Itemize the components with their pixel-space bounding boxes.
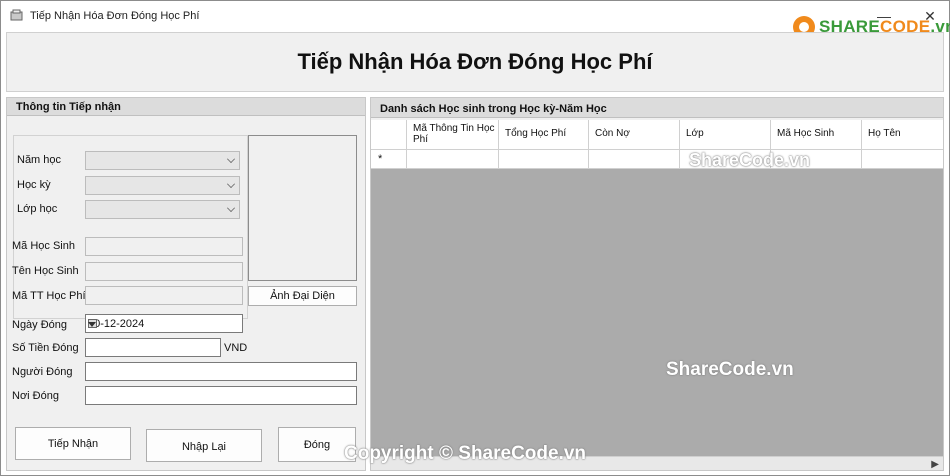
lop-hoc-label: Lớp học [17, 203, 58, 215]
column-header[interactable]: Mã Học Sinh [771, 120, 862, 150]
hoc-ky-select[interactable] [85, 176, 240, 195]
ten-hoc-sinh-label: Tên Học Sinh [12, 265, 79, 277]
receipt-info-panel: Thông tin Tiếp nhận Năm học Học kỳ Lớp h… [6, 97, 366, 471]
ma-tt-hoc-phi-label: Mã TT Học Phí [12, 290, 86, 302]
avatar-button[interactable]: Ảnh Đại Diện [248, 286, 357, 306]
column-header[interactable]: Họ Tên [862, 120, 943, 150]
ma-hoc-sinh-field[interactable] [85, 237, 243, 256]
row-header[interactable]: * [371, 150, 407, 169]
nguoi-dong-label: Người Đóng [12, 366, 73, 378]
watermark-text: ShareCode.vn [666, 359, 794, 380]
scroll-right-icon[interactable]: ▶ [931, 459, 939, 470]
ngay-dong-datepicker[interactable]: 20-12-2024 [85, 314, 243, 333]
nhap-lai-button[interactable]: Nhập Lại [146, 429, 262, 462]
student-grid[interactable]: Mã Thông Tin Học Phí Tổng Học Phí Còn Nợ… [371, 120, 943, 470]
chevron-down-icon [227, 180, 235, 188]
minimize-button[interactable]: — [877, 9, 891, 23]
section-title-bar: Danh sách Học sinh trong Học kỳ-Năm Học [371, 98, 943, 118]
column-header[interactable]: Mã Thông Tin Học Phí [407, 120, 499, 150]
grid-cell[interactable] [862, 150, 943, 169]
grid-header-row: Mã Thông Tin Học Phí Tổng Học Phí Còn Nợ… [371, 120, 943, 150]
page-title: Tiếp Nhận Hóa Đơn Đóng Học Phí [297, 49, 653, 74]
currency-label: VND [224, 342, 248, 354]
so-tien-dong-field[interactable] [85, 338, 221, 357]
ngay-dong-label: Ngày Đóng [12, 319, 68, 331]
section-title-bar: Thông tin Tiếp nhận [7, 98, 365, 116]
header-banner: Tiếp Nhận Hóa Đơn Đóng Học Phí [6, 32, 944, 92]
so-tien-dong-label: Số Tiền Đóng [12, 342, 79, 354]
noi-dong-label: Nơi Đóng [12, 390, 59, 402]
tiep-nhan-button[interactable]: Tiếp Nhận [15, 427, 131, 460]
lop-hoc-select[interactable] [85, 200, 240, 219]
watermark-text: ShareCode.vn [689, 150, 811, 170]
window-title: Tiếp Nhận Hóa Đơn Đóng Học Phí [30, 10, 200, 22]
chevron-down-icon [227, 155, 235, 163]
ma-tt-hoc-phi-field[interactable] [85, 286, 243, 305]
section-title: Thông tin Tiếp nhận [16, 101, 121, 113]
row-header-corner [371, 120, 407, 150]
avatar-picture-box [248, 135, 357, 281]
table-row[interactable]: * [371, 150, 943, 169]
noi-dong-field[interactable] [85, 386, 357, 405]
student-list-panel: Danh sách Học sinh trong Học kỳ-Năm Học … [370, 97, 944, 471]
nguoi-dong-field[interactable] [85, 362, 357, 381]
ma-hoc-sinh-label: Mã Học Sinh [12, 240, 75, 252]
chevron-down-icon [227, 204, 235, 212]
column-header[interactable]: Lớp [680, 120, 771, 150]
title-bar: Tiếp Nhận Hóa Đơn Đóng Học Phí SHARECODE… [1, 1, 950, 38]
grid-cell[interactable] [407, 150, 499, 169]
grid-cell[interactable] [589, 150, 680, 169]
nam-hoc-select[interactable] [85, 151, 240, 170]
new-row-marker: * [378, 153, 383, 165]
nam-hoc-label: Năm học [17, 154, 62, 166]
hoc-ky-label: Học kỳ [17, 179, 51, 191]
dropdown-arrow-icon[interactable] [88, 322, 96, 327]
app-icon [10, 9, 23, 21]
section-title: Danh sách Học sinh trong Học kỳ-Năm Học [380, 103, 607, 115]
grid-cell[interactable] [499, 150, 589, 169]
close-window-button[interactable]: ✕ [923, 9, 937, 23]
watermark-text: Copyright © ShareCode.vn [344, 443, 587, 464]
column-header[interactable]: Tổng Học Phí [499, 120, 589, 150]
ten-hoc-sinh-field[interactable] [85, 262, 243, 281]
application-window: Tiếp Nhận Hóa Đơn Đóng Học Phí SHARECODE… [0, 0, 950, 476]
column-header[interactable]: Còn Nợ [589, 120, 680, 150]
